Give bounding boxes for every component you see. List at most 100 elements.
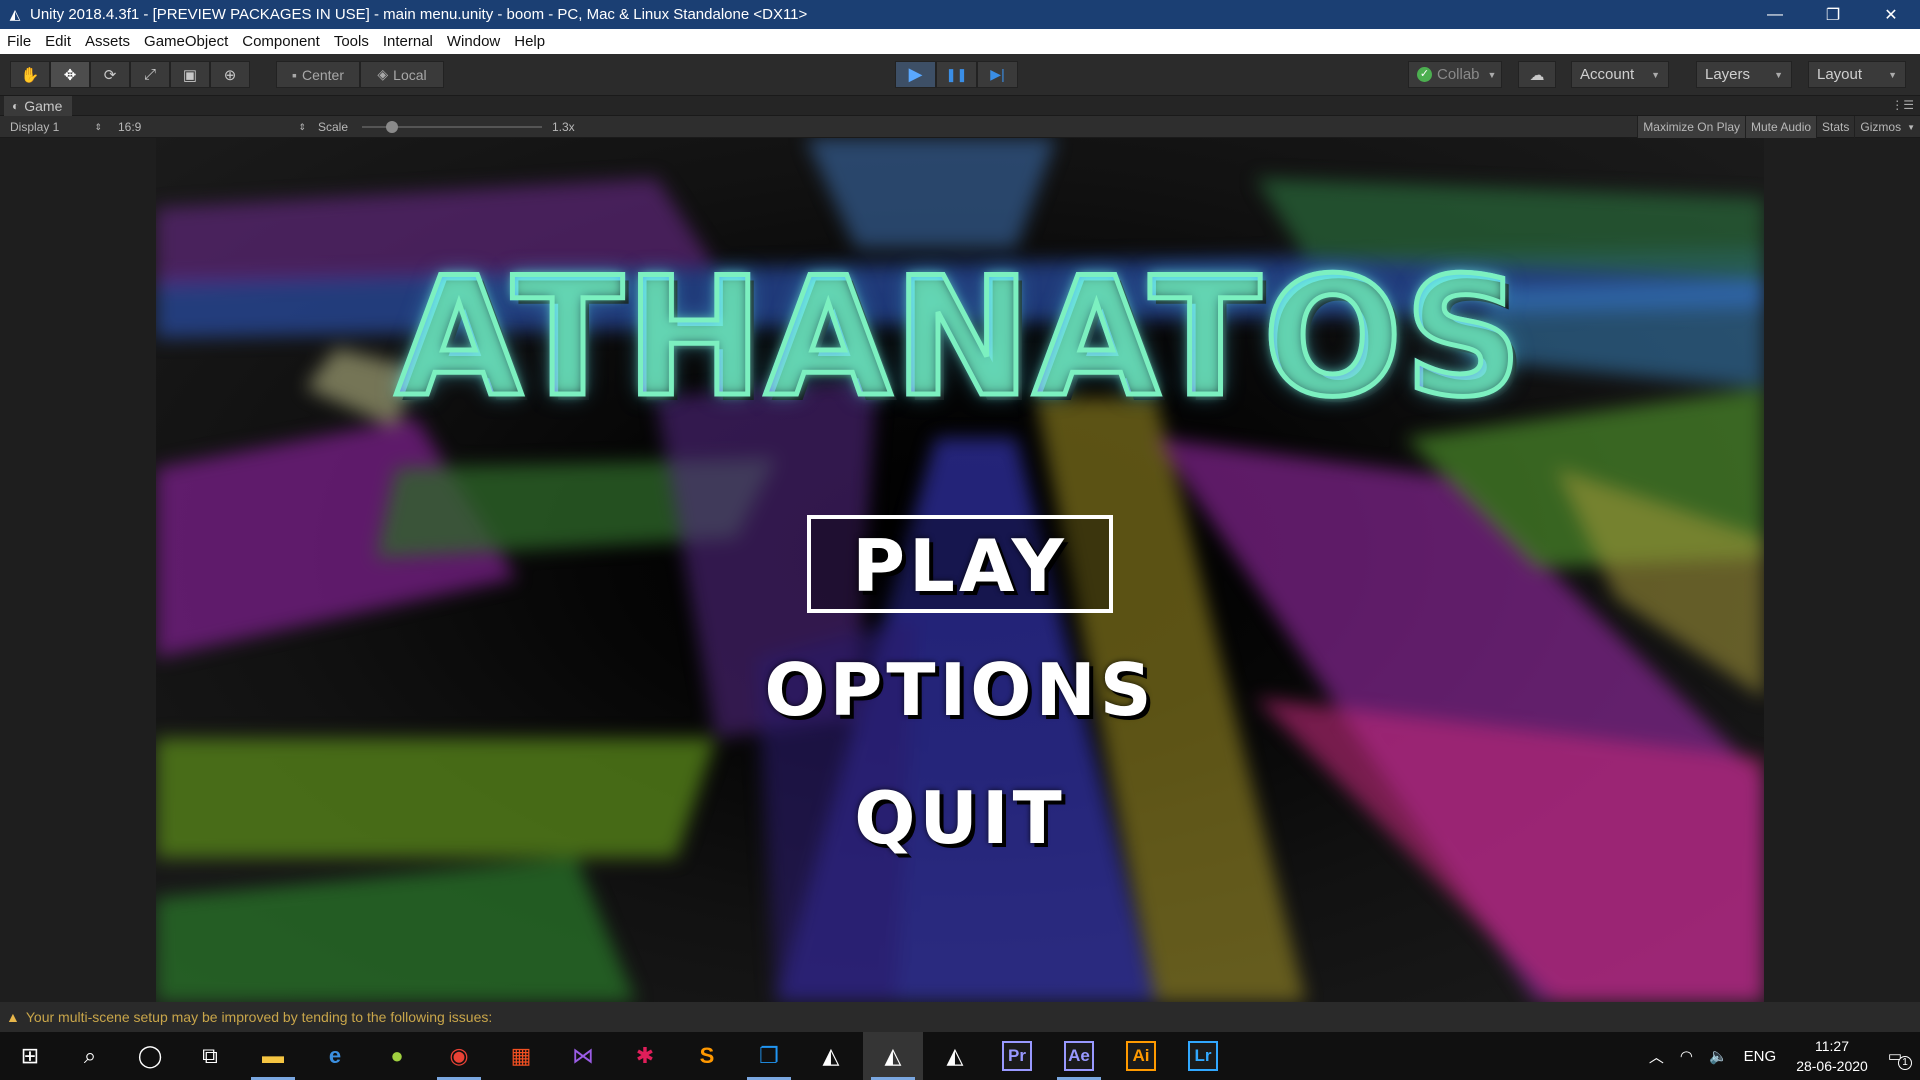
start-button[interactable]: ⊞ (0, 1032, 60, 1080)
lightroom-button[interactable]: Lr (1173, 1032, 1233, 1080)
move-tool-button[interactable]: ✥ (50, 61, 90, 88)
close-button[interactable]: ✕ (1862, 0, 1920, 29)
menu-assets[interactable]: Assets (78, 29, 137, 54)
sublime-button[interactable]: S (677, 1032, 737, 1080)
greenshot-icon: ● (390, 1043, 404, 1068)
maximize-on-play-toggle[interactable]: Maximize On Play (1637, 116, 1745, 138)
cloud-icon: ☁ (1529, 66, 1545, 84)
menu-help[interactable]: Help (507, 29, 552, 54)
file-explorer-button[interactable]: ▬ (243, 1032, 303, 1080)
wifi-icon: ◠ (1679, 1048, 1693, 1065)
search-button[interactable]: ⌕ (60, 1032, 120, 1080)
minimize-button[interactable]: — (1746, 0, 1804, 29)
step-button[interactable]: ▶| (977, 61, 1018, 88)
play-button[interactable]: ▶ (895, 61, 936, 88)
transform-tool-button[interactable]: ⊕ (210, 61, 250, 88)
network-button[interactable]: ◠ (1672, 1032, 1701, 1080)
illustrator-button[interactable]: Ai (1111, 1032, 1171, 1080)
pivot-controls: ▪ Center ◈ Local (276, 61, 444, 88)
hand-icon: ✋ (20, 66, 40, 84)
pivot-center-button[interactable]: ▪ Center (276, 61, 360, 88)
chevron-down-icon: ▼ (1774, 69, 1783, 80)
cloud-button[interactable]: ☁ (1518, 61, 1556, 88)
edge-button[interactable]: e (305, 1032, 365, 1080)
scale-slider[interactable] (362, 116, 542, 138)
menu-window[interactable]: Window (440, 29, 507, 54)
account-dropdown[interactable]: Account ▼ (1571, 61, 1669, 88)
menu-edit[interactable]: Edit (38, 29, 78, 54)
illustrator-icon: Ai (1126, 1041, 1156, 1071)
display-dropdown[interactable]: Display 1 ⇕ (10, 116, 102, 138)
main-toolbar: ✋ ✥ ⟳ ⤢ ▣ ⊕ ▪ Center ◈ Local ▶ ❚❚ ▶| ✓ C… (0, 54, 1920, 96)
pause-button[interactable]: ❚❚ (936, 61, 977, 88)
layout-dropdown[interactable]: Layout ▼ (1808, 61, 1906, 88)
tab-menu-icon[interactable]: ⋮☰ (1891, 98, 1914, 112)
slack-button[interactable]: ✱ (615, 1032, 675, 1080)
collab-content: ✓ Collab (1417, 66, 1480, 83)
restore-button[interactable]: ❐ (1804, 0, 1862, 29)
collab-control: ✓ Collab ▼ (1408, 61, 1502, 88)
rotate-icon: ⟳ (103, 66, 117, 84)
premiere-pro-button[interactable]: Pr (987, 1032, 1047, 1080)
aspect-dropdown[interactable]: 16:9 ⇕ (118, 116, 306, 138)
layers-label: Layers (1705, 66, 1751, 83)
scale-slider-thumb[interactable] (386, 121, 398, 133)
menu-file[interactable]: File (0, 29, 38, 54)
menu-component[interactable]: Component (235, 29, 327, 54)
after-effects-button[interactable]: Ae (1049, 1032, 1109, 1080)
language-indicator[interactable]: ENG (1736, 1032, 1785, 1080)
unity-editor-button[interactable]: ◭ (863, 1032, 923, 1080)
updown-arrow-icon: ⇕ (94, 121, 102, 132)
volume-button[interactable]: 🔈 (1701, 1032, 1736, 1080)
unity-logo-icon: ◭ (9, 6, 21, 22)
options-menu-button[interactable]: OPTIONS (156, 654, 1764, 726)
step-icon: ▶| (990, 66, 1005, 82)
chevron-down-icon: ▼ (1907, 122, 1915, 132)
action-center-button[interactable]: ▭ 1 (1880, 1032, 1920, 1080)
layers-dropdown[interactable]: Layers ▼ (1696, 61, 1792, 88)
task-view-button[interactable]: ⧉ (180, 1032, 240, 1080)
menu-bar: File Edit Assets GameObject Component To… (0, 29, 1920, 54)
pivot-local-button[interactable]: ◈ Local (360, 61, 444, 88)
collab-dropdown[interactable]: ✓ Collab ▼ (1408, 61, 1502, 88)
premiere-pro-icon: Pr (1002, 1041, 1032, 1071)
clock-time: 11:27 (1815, 1038, 1849, 1054)
visual-studio-button[interactable]: ⋈ (553, 1032, 613, 1080)
app-button-greenshot[interactable]: ● (367, 1032, 427, 1080)
lightroom-icon: Lr (1188, 1041, 1218, 1071)
store-button[interactable]: ▦ (491, 1032, 551, 1080)
chrome-button[interactable]: ◉ (429, 1032, 489, 1080)
unity-hub-button[interactable]: ◭ (801, 1032, 861, 1080)
quit-menu-button[interactable]: QUIT (156, 782, 1764, 854)
visual-studio-icon: ⋈ (572, 1043, 594, 1068)
display-label: Display 1 (10, 120, 60, 134)
search-icon: ⌕ (83, 1043, 97, 1068)
system-tray: ︿ ◠ 🔈 ENG 11:27 28-06-2020 ▭ 1 (1641, 1032, 1920, 1080)
console-status-bar[interactable]: ▲ Your multi-scene setup may be improved… (0, 1002, 1920, 1032)
chevron-down-icon: ▼ (1651, 69, 1660, 80)
unity-icon: ◭ (884, 1043, 902, 1068)
clock[interactable]: 11:27 28-06-2020 (1784, 1032, 1880, 1080)
mute-audio-toggle[interactable]: Mute Audio (1745, 116, 1817, 138)
menu-gameobject[interactable]: GameObject (137, 29, 235, 54)
hand-tool-button[interactable]: ✋ (10, 61, 50, 88)
menu-internal[interactable]: Internal (376, 29, 440, 54)
gizmos-dropdown[interactable]: Gizmos ▼ (1854, 116, 1920, 138)
unity-icon: ◭ (946, 1043, 964, 1068)
game-canvas[interactable]: ATHANATOS PLAY OPTIONS QUIT (156, 138, 1764, 1002)
rect-tool-button[interactable]: ▣ (170, 61, 210, 88)
app-button-blue[interactable]: ❐ (739, 1032, 799, 1080)
game-controller-icon: ◐ (12, 99, 20, 113)
rotate-tool-button[interactable]: ⟳ (90, 61, 130, 88)
warning-icon: ▲ (6, 1009, 20, 1025)
scale-tool-button[interactable]: ⤢ (130, 61, 170, 88)
show-hidden-icons-button[interactable]: ︿ (1641, 1032, 1672, 1080)
tab-game[interactable]: ◐ Game (4, 96, 73, 116)
play-menu-button[interactable]: PLAY (156, 530, 1764, 602)
cortana-button[interactable]: ◯ (120, 1032, 180, 1080)
stats-toggle[interactable]: Stats (1816, 116, 1854, 138)
menu-tools[interactable]: Tools (327, 29, 376, 54)
scale-slider-track (362, 121, 542, 133)
unity-alt-button[interactable]: ◭ (925, 1032, 985, 1080)
pivot-center-icon: ▪ (292, 66, 297, 83)
